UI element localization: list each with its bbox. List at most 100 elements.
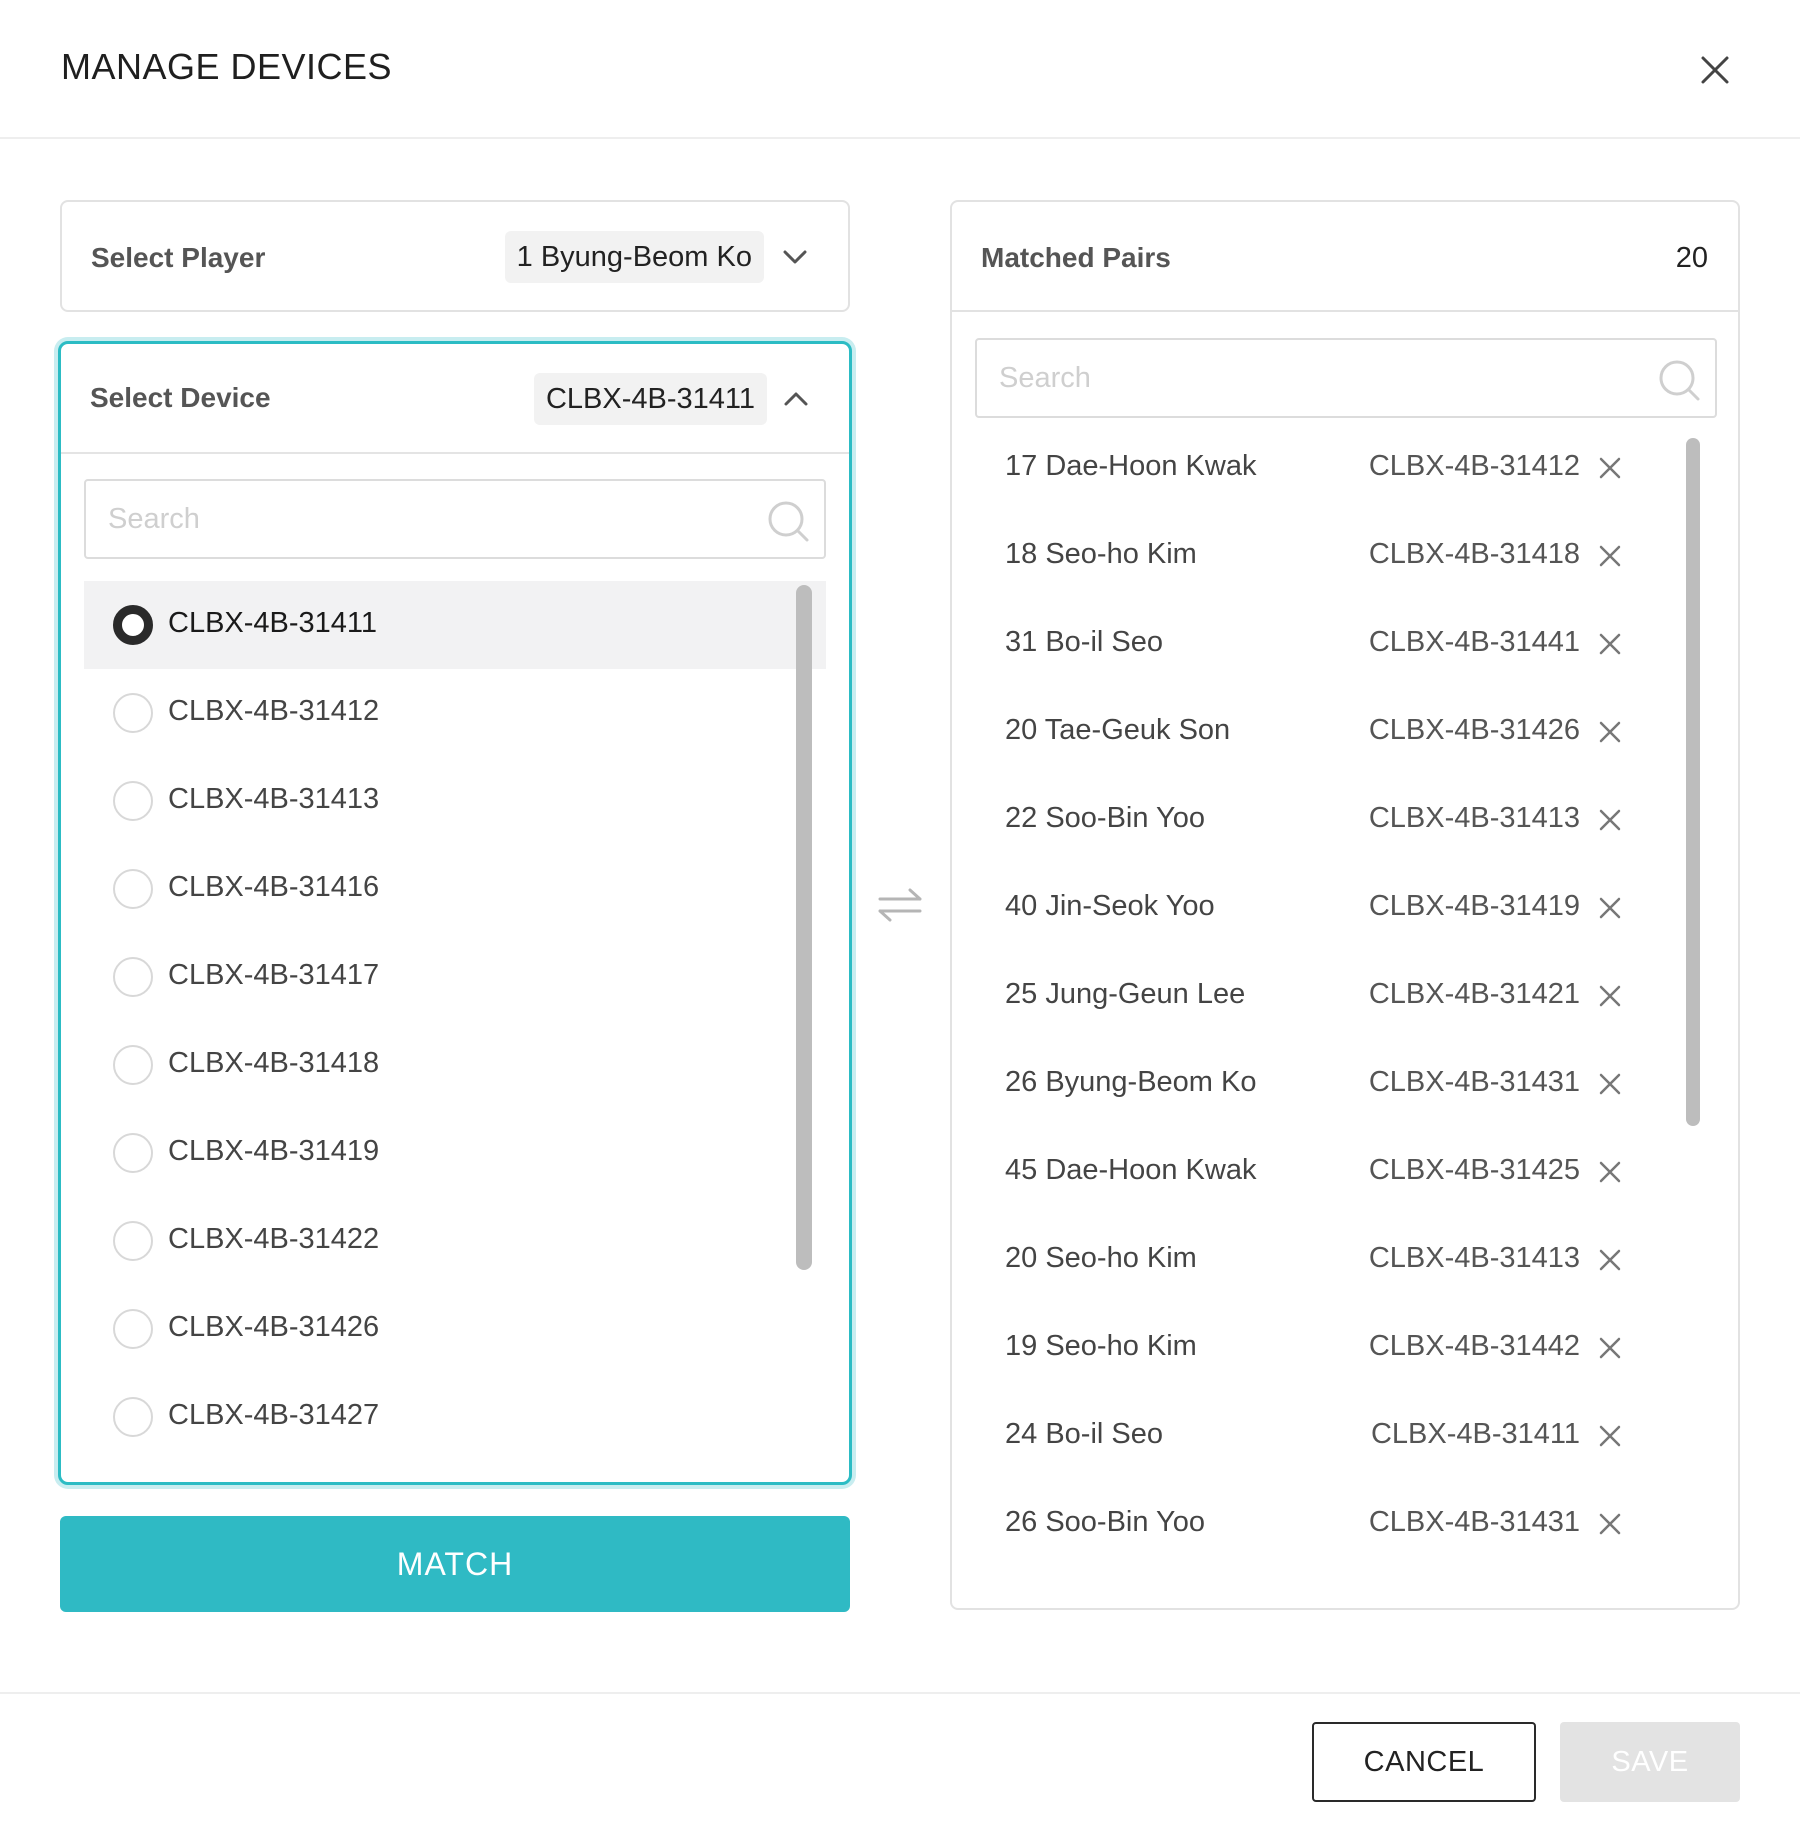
remove-pair-icon[interactable]: [1596, 982, 1624, 1010]
select-device-label: Select Device: [90, 382, 271, 413]
radio-button[interactable]: [113, 1309, 153, 1349]
remove-pair-icon[interactable]: [1596, 542, 1624, 570]
matched-pairs-count: 20: [1675, 242, 1708, 274]
radio-button[interactable]: [113, 1133, 153, 1173]
matched-pair-row: 20 Tae-Geuk Son CLBX-4B-31426: [952, 688, 1672, 776]
pair-player-name: 40 Jin-Seok Yoo: [1005, 890, 1215, 922]
device-option[interactable]: CLBX-4B-31417: [84, 933, 826, 1021]
device-option[interactable]: CLBX-4B-31411: [84, 581, 826, 669]
pair-player-name: 45 Dae-Hoon Kwak: [1005, 1154, 1257, 1186]
radio-button[interactable]: [113, 869, 153, 909]
device-list-scrollbar[interactable]: [796, 585, 812, 1270]
remove-pair-icon[interactable]: [1596, 630, 1624, 658]
device-option[interactable]: CLBX-4B-31426: [84, 1285, 826, 1373]
matched-pair-row: 31 Bo-il Seo CLBX-4B-31441: [952, 600, 1672, 688]
matched-pair-row: 19 Seo-ho Kim CLBX-4B-31442: [952, 1304, 1672, 1392]
pair-device-id: CLBX-4B-31425: [1368, 1154, 1580, 1186]
device-option[interactable]: CLBX-4B-31413: [84, 757, 826, 845]
device-option-label: CLBX-4B-31411: [168, 607, 378, 639]
radio-button[interactable]: [113, 1221, 153, 1261]
pair-device-id: CLBX-4B-31442: [1368, 1330, 1580, 1362]
pair-device-id: CLBX-4B-31413: [1368, 1242, 1580, 1274]
pair-device-id: CLBX-4B-31426: [1368, 714, 1580, 746]
matched-pair-row: 18 Seo-ho Kim CLBX-4B-31418: [952, 512, 1672, 600]
matched-pairs-list: 17 Dae-Hoon Kwak CLBX-4B-31412 18 Seo-ho…: [952, 424, 1712, 1604]
save-button[interactable]: SAVE: [1560, 1722, 1740, 1802]
radio-button[interactable]: [113, 1045, 153, 1085]
remove-pair-icon[interactable]: [1596, 1070, 1624, 1098]
selected-device-value: CLBX-4B-31411: [533, 373, 767, 425]
pair-device-id: CLBX-4B-31419: [1368, 890, 1580, 922]
device-option[interactable]: CLBX-4B-31412: [84, 669, 826, 757]
remove-pair-icon[interactable]: [1596, 1158, 1624, 1186]
radio-button[interactable]: [113, 781, 153, 821]
pairs-search-box: [975, 338, 1717, 418]
selected-player-value: 1 Byung-Beom Ko: [504, 231, 764, 283]
device-option[interactable]: CLBX-4B-31418: [84, 1021, 826, 1109]
matched-pairs-label: Matched Pairs: [981, 242, 1171, 273]
device-option-list: CLBX-4B-31411 CLBX-4B-31412 CLBX-4B-3141…: [84, 581, 826, 1461]
device-option[interactable]: CLBX-4B-31422: [84, 1197, 826, 1285]
pair-device-id: CLBX-4B-31418: [1368, 538, 1580, 570]
remove-pair-icon[interactable]: [1596, 894, 1624, 922]
dialog-title: MANAGE DEVICES: [61, 46, 393, 87]
device-option-label: CLBX-4B-31417: [168, 959, 380, 991]
chevron-up-icon[interactable]: [779, 382, 813, 416]
pair-device-id: CLBX-4B-31431: [1368, 1506, 1580, 1538]
pair-device-id: CLBX-4B-31441: [1368, 626, 1580, 658]
remove-pair-icon[interactable]: [1596, 718, 1624, 746]
select-device-dropdown: Select Device CLBX-4B-31411 CLBX-4B-3141…: [58, 341, 852, 1485]
pair-player-name: 20 Tae-Geuk Son: [1005, 714, 1231, 746]
radio-button[interactable]: [113, 1397, 153, 1437]
device-search-input[interactable]: [108, 481, 746, 557]
matched-pairs-panel: Matched Pairs 20 17 Dae-Hoon Kwak CLBX-4…: [950, 200, 1740, 1610]
radio-button[interactable]: [113, 605, 153, 645]
device-option[interactable]: CLBX-4B-31419: [84, 1109, 826, 1197]
pairs-search-input[interactable]: [999, 340, 1637, 416]
remove-pair-icon[interactable]: [1596, 806, 1624, 834]
pair-player-name: 26 Soo-Bin Yoo: [1005, 1506, 1205, 1538]
select-device-header[interactable]: Select Device CLBX-4B-31411: [61, 344, 849, 454]
pair-device-id: CLBX-4B-31413: [1368, 802, 1580, 834]
select-player-label: Select Player: [91, 242, 266, 273]
search-icon: [1659, 360, 1700, 401]
pair-player-name: 24 Bo-il Seo: [1005, 1418, 1163, 1450]
close-icon: [1701, 56, 1729, 84]
matched-pair-row: 40 Jin-Seok Yoo CLBX-4B-31419: [952, 864, 1672, 952]
matched-pair-row: 20 Seo-ho Kim CLBX-4B-31413: [952, 1216, 1672, 1304]
pairs-list-scrollbar[interactable]: [1686, 438, 1700, 1126]
matched-pair-row: 26 Soo-Bin Yoo CLBX-4B-31431: [952, 1480, 1672, 1568]
device-option-label: CLBX-4B-31419: [168, 1135, 380, 1167]
matched-pair-row: 25 Jung-Geun Lee CLBX-4B-31421: [952, 952, 1672, 1040]
radio-button[interactable]: [113, 693, 153, 733]
remove-pair-icon[interactable]: [1596, 1422, 1624, 1450]
matched-pair-row: 24 Bo-il Seo CLBX-4B-31411: [952, 1392, 1672, 1480]
select-player-dropdown[interactable]: Select Player 1 Byung-Beom Ko: [60, 200, 850, 312]
matched-pair-row: 17 Dae-Hoon Kwak CLBX-4B-31412: [952, 424, 1672, 512]
search-icon: [768, 501, 809, 542]
pair-device-id: CLBX-4B-31431: [1368, 1066, 1580, 1098]
cancel-button[interactable]: CANCEL: [1312, 1722, 1536, 1802]
remove-pair-icon[interactable]: [1596, 1334, 1624, 1362]
device-option[interactable]: CLBX-4B-31427: [84, 1373, 826, 1461]
swap-arrows-icon: [878, 888, 922, 922]
pair-device-id: CLBX-4B-31421: [1368, 978, 1580, 1010]
device-option-label: CLBX-4B-31418: [168, 1047, 380, 1079]
dialog-footer: CANCEL SAVE: [0, 1692, 1800, 1832]
device-option-label: CLBX-4B-31426: [168, 1311, 380, 1343]
chevron-down-icon[interactable]: [778, 240, 812, 274]
device-option[interactable]: CLBX-4B-31416: [84, 845, 826, 933]
pair-player-name: 18 Seo-ho Kim: [1005, 538, 1197, 570]
remove-pair-icon[interactable]: [1596, 1510, 1624, 1538]
remove-pair-icon[interactable]: [1596, 1246, 1624, 1274]
device-option-label: CLBX-4B-31416: [168, 871, 380, 903]
device-option-label: CLBX-4B-31422: [168, 1223, 380, 1255]
radio-button[interactable]: [113, 957, 153, 997]
remove-pair-icon[interactable]: [1596, 454, 1624, 482]
dialog-header: MANAGE DEVICES: [0, 0, 1800, 139]
close-button[interactable]: [1695, 50, 1735, 90]
device-search-box: [84, 479, 826, 559]
device-option-label: CLBX-4B-31413: [168, 783, 380, 815]
matched-pair-row: 22 Soo-Bin Yoo CLBX-4B-31413: [952, 776, 1672, 864]
match-button[interactable]: MATCH: [60, 1516, 850, 1612]
